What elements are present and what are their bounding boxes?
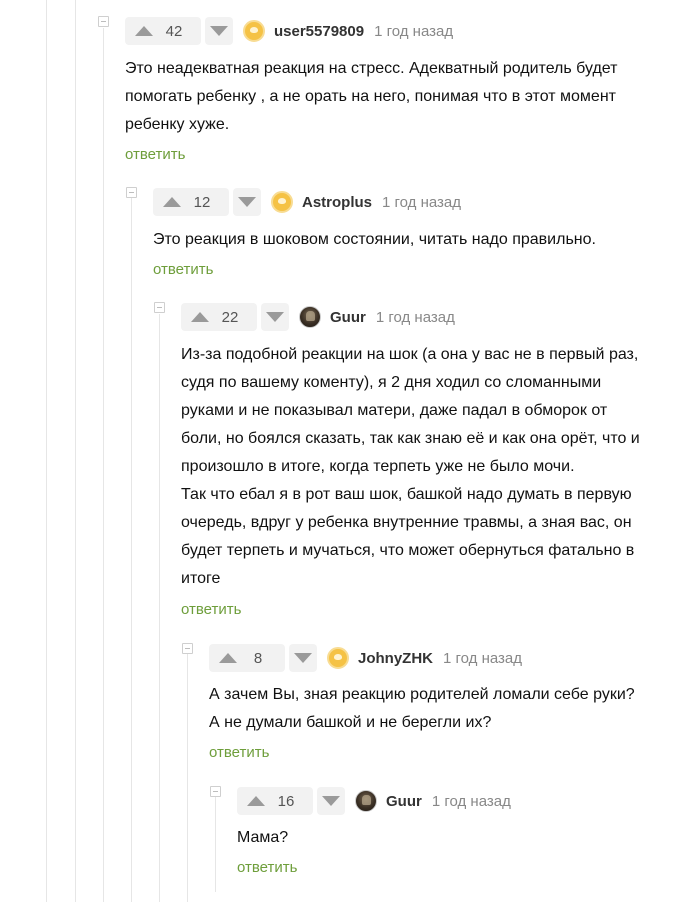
- upvote-button[interactable]: 16: [237, 787, 313, 815]
- upvote-button[interactable]: 22: [181, 303, 257, 331]
- thread-line: [131, 198, 132, 902]
- thread-line: [159, 314, 160, 902]
- username[interactable]: Guur: [386, 793, 422, 810]
- downvote-button[interactable]: [233, 188, 261, 216]
- text-line: руками и не показывал матери, даже падал…: [181, 402, 608, 419]
- vote-count: 8: [253, 649, 263, 667]
- timestamp[interactable]: 1 год назад: [382, 194, 461, 211]
- collapse-toggle[interactable]: [126, 187, 137, 198]
- text-line: Мама?: [237, 829, 289, 846]
- text-line: Это реакция в шоковом состоянии, читать …: [153, 231, 596, 248]
- downvote-button[interactable]: [289, 644, 317, 672]
- avatar[interactable]: [243, 20, 265, 42]
- avatar[interactable]: [355, 790, 377, 812]
- arrow-down-icon: [238, 197, 256, 207]
- username[interactable]: Guur: [330, 309, 366, 326]
- reply-button[interactable]: ответить: [125, 146, 185, 163]
- text-line: будет терпеть и мучаться, что может обер…: [181, 542, 635, 559]
- username[interactable]: JohnyZHK: [358, 650, 433, 667]
- avatar[interactable]: [327, 647, 349, 669]
- reply-button[interactable]: ответить: [209, 744, 269, 761]
- comment-text: Из-за подобной реакции на шок (а она у в…: [181, 341, 640, 593]
- timestamp[interactable]: 1 год назад: [443, 650, 522, 667]
- reply-button[interactable]: ответить: [181, 601, 241, 618]
- reply-button[interactable]: ответить: [237, 859, 297, 876]
- arrow-down-icon: [294, 653, 312, 663]
- thread-line: [187, 654, 188, 902]
- arrow-up-icon: [163, 197, 181, 207]
- text-line: помогать ребенку , а не орать на него, п…: [125, 88, 616, 105]
- arrow-up-icon: [135, 26, 153, 36]
- text-line: произошло в итоге, когда терпеть уже не …: [181, 458, 575, 475]
- upvote-button[interactable]: 42: [125, 17, 201, 45]
- vote-count: 12: [193, 193, 211, 211]
- timestamp[interactable]: 1 год назад: [376, 309, 455, 326]
- downvote-button[interactable]: [261, 303, 289, 331]
- arrow-down-icon: [266, 312, 284, 322]
- upvote-button[interactable]: 8: [209, 644, 285, 672]
- collapse-toggle[interactable]: [210, 786, 221, 797]
- avatar[interactable]: [271, 191, 293, 213]
- avatar[interactable]: [299, 306, 321, 328]
- collapse-toggle[interactable]: [182, 643, 193, 654]
- thread-line: [103, 28, 104, 902]
- thread-line: [46, 0, 47, 902]
- collapse-toggle[interactable]: [154, 302, 165, 313]
- arrow-down-icon: [322, 796, 340, 806]
- arrow-down-icon: [210, 26, 228, 36]
- comment-text: Это неадекватная реакция на стресс. Адек…: [125, 55, 617, 139]
- text-line: А не думали башкой и не берегли их?: [209, 714, 492, 731]
- vote-count: 42: [165, 22, 183, 40]
- comment-header: 12 Astroplus 1 год назад: [153, 188, 461, 216]
- arrow-up-icon: [219, 653, 237, 663]
- username[interactable]: user5579809: [274, 23, 364, 40]
- thread-line: [75, 0, 76, 902]
- vote-count: 16: [277, 792, 295, 810]
- collapse-toggle[interactable]: [98, 16, 109, 27]
- text-line: ребенку хуже.: [125, 116, 230, 133]
- comment-header: 22 Guur 1 год назад: [181, 303, 455, 331]
- timestamp[interactable]: 1 год назад: [432, 793, 511, 810]
- comment-header: 16 Guur 1 год назад: [237, 787, 511, 815]
- text-line: итоге: [181, 570, 221, 587]
- text-line: А зачем Вы, зная реакцию родителей ломал…: [209, 686, 635, 703]
- timestamp[interactable]: 1 год назад: [374, 23, 453, 40]
- downvote-button[interactable]: [317, 787, 345, 815]
- downvote-button[interactable]: [205, 17, 233, 45]
- text-line: боли, но боялся сказать, так как знаю её…: [181, 430, 640, 447]
- text-line: Так что ебал я в рот ваш шок, башкой над…: [181, 486, 632, 503]
- reply-button[interactable]: ответить: [153, 261, 213, 278]
- text-line: Это неадекватная реакция на стресс. Адек…: [125, 60, 618, 77]
- vote-count: 22: [221, 308, 239, 326]
- comment-text: Это реакция в шоковом состоянии, читать …: [153, 226, 596, 254]
- arrow-up-icon: [247, 796, 265, 806]
- comment-text: А зачем Вы, зная реакцию родителей ломал…: [209, 681, 635, 737]
- comment-header: 42 user5579809 1 год назад: [125, 17, 453, 45]
- text-line: очередь, вдруг у ребенка внутренние трав…: [181, 514, 632, 531]
- comment-text: Мама?: [237, 824, 288, 852]
- arrow-up-icon: [191, 312, 209, 322]
- text-line: Из-за подобной реакции на шок (а она у в…: [181, 346, 639, 363]
- upvote-button[interactable]: 12: [153, 188, 229, 216]
- username[interactable]: Astroplus: [302, 194, 372, 211]
- text-line: судя по вашему коменту), я 2 дня ходил с…: [181, 374, 602, 391]
- thread-line: [215, 797, 216, 892]
- comment-header: 8 JohnyZHK 1 год назад: [209, 644, 522, 672]
